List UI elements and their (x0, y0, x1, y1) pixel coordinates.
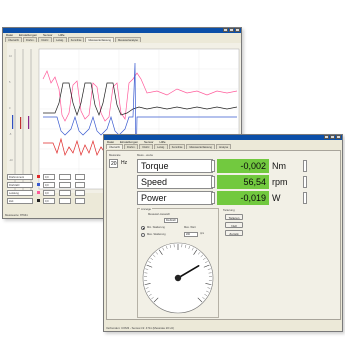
measurements-label: Mess - werte (137, 153, 154, 157)
value-field[interactable]: Drehzahl (7, 182, 33, 188)
gauge-select-label: Messwert-Auswahl (148, 213, 170, 216)
front-titlebar[interactable] (104, 135, 342, 140)
back-tab[interactable]: Übersicht (5, 37, 22, 42)
back-tabs: Übersicht Drehm. Drehz. Leistg. Kennlini… (3, 37, 241, 42)
range-field[interactable] (59, 182, 71, 188)
power-value: -0,019 (217, 191, 269, 205)
tab-analysis[interactable]: Analyse (215, 144, 232, 149)
speed-gauge (142, 242, 214, 314)
rate-unit: Hz (121, 160, 128, 166)
tab-torque[interactable]: Drehm. (123, 144, 139, 149)
tare-group: Tarierung Tarieren Null Zurück (223, 208, 245, 240)
power-unit-spinner[interactable] (303, 192, 307, 204)
torque-value: -0,002 (217, 159, 269, 173)
value-field[interactable]: Drehmoment (7, 174, 33, 180)
reset-button[interactable]: Zurück (225, 230, 243, 236)
back-tab-active[interactable]: Messwerterfassung (85, 37, 114, 42)
maximize-icon[interactable] (229, 28, 234, 32)
minimize-icon[interactable] (324, 135, 329, 139)
gauge-select[interactable]: Drehzahl (164, 218, 178, 223)
minimize-icon[interactable] (223, 28, 228, 32)
legend-field[interactable]: 0,0 (43, 182, 55, 188)
power-unit: W (272, 193, 281, 203)
range-field[interactable] (59, 174, 71, 180)
range-field[interactable] (75, 190, 85, 196)
max-input[interactable]: 200 (184, 232, 198, 237)
torque-unit: Nm (272, 161, 286, 171)
svg-text:-10: -10 (9, 158, 13, 162)
speed-label: Speed (137, 175, 213, 189)
range-field[interactable] (75, 198, 85, 204)
range-field[interactable] (75, 174, 85, 180)
back-tab[interactable]: Drehm. (22, 37, 38, 42)
max-unit: rpm (200, 232, 205, 235)
range-field[interactable] (75, 182, 85, 188)
range-field[interactable] (59, 198, 71, 204)
speed-spinner[interactable] (211, 176, 215, 188)
value-field[interactable]: Leistung (7, 190, 33, 196)
legend-field[interactable]: 0,0 (43, 174, 55, 180)
legend-swatch (37, 175, 40, 178)
gauge-group: Anzeige Messwert-Auswahl Drehzahl Min. S… (137, 207, 219, 318)
value-field[interactable]: Zeit (7, 198, 33, 204)
legend-swatch (37, 191, 40, 194)
radio-max-label: Max. Skalierung (147, 233, 166, 236)
speed-unit: rpm (272, 177, 288, 187)
power-label: Power (137, 191, 213, 205)
close-icon[interactable] (336, 135, 341, 139)
back-status: Messwerte: 87941 (5, 213, 28, 217)
tab-curve[interactable]: Kennlinie (168, 144, 186, 149)
overview-panel: Messrate 20 Hz Mess - werte Torque -0,00… (106, 150, 341, 320)
rate-input[interactable]: 20 (109, 159, 118, 168)
close-icon[interactable] (235, 28, 240, 32)
legend-swatch (37, 199, 40, 202)
torque-unit-spinner[interactable] (303, 160, 307, 172)
torque-label: Torque (137, 159, 213, 173)
torque-spinner[interactable] (211, 160, 215, 172)
tab-acquisition[interactable]: Messwerterfassung (186, 144, 215, 149)
range-field[interactable] (59, 190, 71, 196)
legend-field[interactable]: 0,0 (43, 198, 55, 204)
radio-max-scale[interactable] (141, 233, 145, 237)
back-tab[interactable]: Messwertanalyse (114, 37, 141, 42)
front-tabs: Übersicht Drehm. Drehz. Leistg. Kennlini… (104, 144, 342, 149)
back-tab[interactable]: Drehz. (38, 37, 53, 42)
tab-power[interactable]: Leistg. (154, 144, 168, 149)
gauge-group-label: Anzeige (140, 207, 153, 211)
speed-unit-spinner[interactable] (303, 176, 307, 188)
speed-value: 56,54 (217, 175, 269, 189)
tare-button[interactable]: Tarieren (225, 214, 243, 220)
rate-label: Messrate (109, 153, 121, 157)
maximize-icon[interactable] (330, 135, 335, 139)
back-titlebar[interactable] (3, 28, 241, 33)
max-label: Max. Wert (184, 226, 196, 229)
tab-overview[interactable]: Übersicht (106, 144, 123, 149)
legend-swatch (37, 183, 40, 186)
tab-speed[interactable]: Drehz. (139, 144, 154, 149)
legend-field[interactable]: 0,0 (43, 190, 55, 196)
power-spinner[interactable] (211, 192, 215, 204)
tare-label: Tarierung (223, 208, 235, 212)
front-status: Verbunden: COM3 - Sensor-Nr. 4711 (Messr… (106, 326, 175, 330)
back-tab[interactable]: Leistg. (53, 37, 67, 42)
back-tab[interactable]: Kennlinie (67, 37, 85, 42)
radio-min-label: Min. Skalierung (147, 226, 165, 229)
zero-button[interactable]: Null (225, 222, 243, 228)
front-window: Datei Einstellungen Sensor Hilfe Übersic… (103, 134, 343, 332)
radio-min-scale[interactable] (141, 226, 145, 230)
